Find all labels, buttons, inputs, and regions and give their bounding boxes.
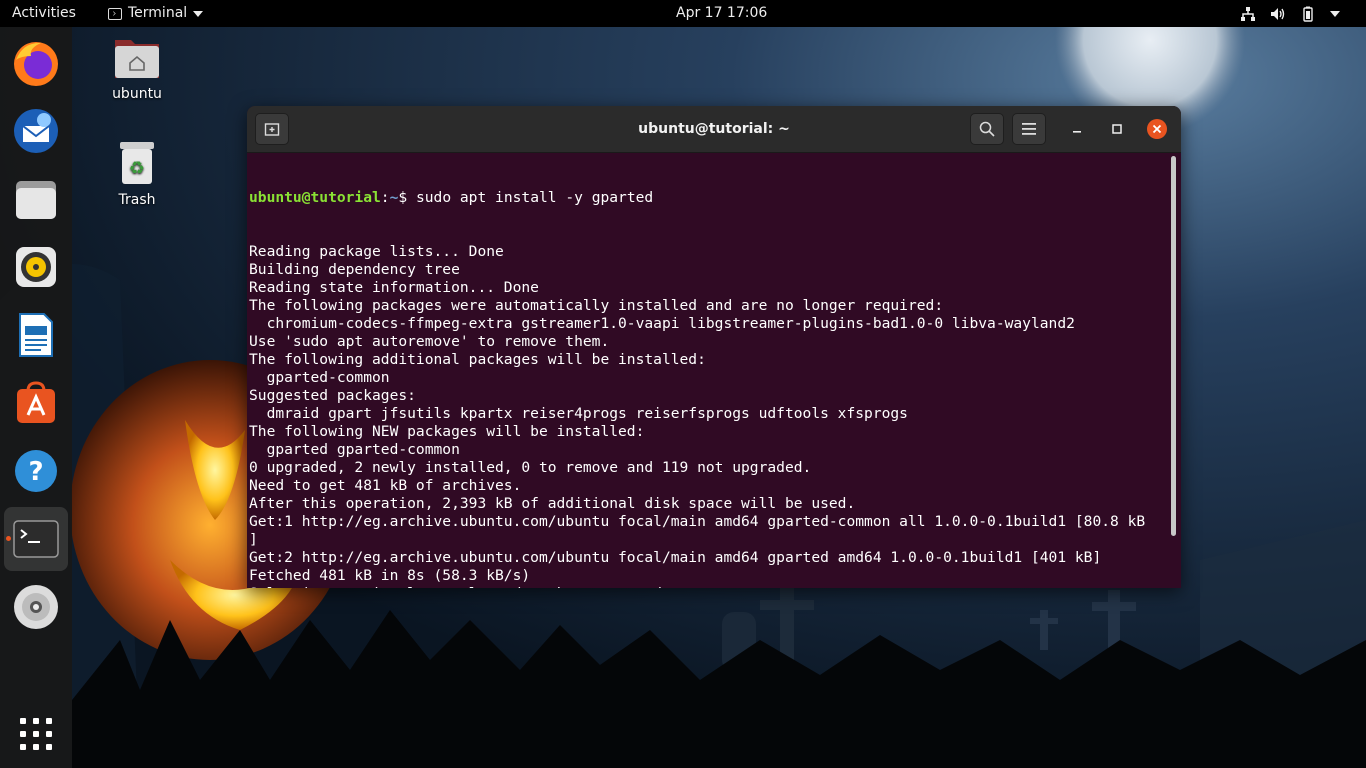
svg-text:♻: ♻ — [129, 158, 145, 179]
chevron-down-icon — [1330, 10, 1340, 17]
dock-thunderbird[interactable] — [4, 99, 68, 163]
terminal-output: Reading package lists... Done Building de… — [249, 243, 1167, 588]
home-folder-icon — [115, 40, 159, 78]
maximize-button[interactable] — [1107, 119, 1127, 139]
trash-icon: ♻ — [120, 142, 154, 184]
output-line: Reading package lists... Done — [249, 243, 504, 260]
prompt-line: ubuntu@tutorial:~$ sudo apt install -y g… — [249, 189, 1167, 207]
close-button[interactable] — [1147, 119, 1167, 139]
prompt-user: ubuntu@tutorial — [249, 189, 381, 206]
search-button[interactable] — [970, 113, 1004, 145]
minimize-icon — [1073, 131, 1081, 133]
running-indicator — [6, 536, 11, 541]
output-line: Reading state information... Done — [249, 279, 539, 296]
search-icon — [979, 121, 995, 137]
output-line: dmraid gpart jfsutils kpartx reiser4prog… — [249, 405, 908, 422]
show-applications-button[interactable] — [4, 702, 68, 766]
home-folder-label: ubuntu — [112, 86, 162, 102]
output-line: Selecting previously unselected package … — [249, 585, 1167, 588]
terminal-content[interactable]: ubuntu@tutorial:~$ sudo apt install -y g… — [249, 153, 1167, 588]
command-text: sudo apt install -y gparted — [415, 189, 654, 206]
help-icon: ? — [15, 450, 57, 492]
disc-icon — [14, 585, 58, 629]
minimize-button[interactable] — [1067, 119, 1087, 139]
output-line: After this operation, 2,393 kB of additi… — [249, 495, 856, 512]
top-bar: Activities Terminal Apr 17 17:06 — [0, 0, 1366, 27]
output-line: Need to get 481 kB of archives. — [249, 477, 522, 494]
dock-terminal[interactable] — [4, 507, 68, 571]
dock-writer[interactable] — [4, 303, 68, 367]
output-line: Use 'sudo apt autoremove' to remove them… — [249, 333, 610, 350]
firefox-icon — [14, 42, 58, 86]
libreoffice-writer-icon — [19, 313, 53, 357]
desktop-trash[interactable]: ♻ Trash — [97, 140, 177, 208]
dock-software[interactable] — [4, 371, 68, 435]
volume-icon — [1271, 7, 1285, 20]
terminal-titlebar[interactable]: ubuntu@tutorial: ~ — [247, 106, 1181, 153]
app-menu-label: Terminal — [128, 5, 188, 21]
terminal-icon — [13, 520, 59, 558]
output-line: The following NEW packages will be insta… — [249, 423, 645, 440]
output-line: Get:1 http://eg.archive.ubuntu.com/ubunt… — [249, 513, 1146, 530]
dock-firefox[interactable] — [4, 31, 68, 95]
trash-label: Trash — [118, 192, 156, 208]
output-line: gparted gparted-common — [249, 441, 460, 458]
maximize-icon — [1112, 124, 1122, 134]
output-line: gparted-common — [249, 369, 390, 386]
files-icon — [16, 181, 56, 219]
dock-help[interactable]: ? — [4, 439, 68, 503]
system-tray[interactable] — [1240, 0, 1340, 27]
terminal-app-icon — [108, 7, 122, 20]
dock: ? — [0, 27, 72, 768]
terminal-scrollbar[interactable] — [1171, 156, 1176, 536]
show-applications-icon — [20, 718, 52, 750]
dock-files[interactable] — [4, 167, 68, 231]
output-line: Get:2 http://eg.archive.ubuntu.com/ubunt… — [249, 549, 1102, 566]
output-line: The following additional packages will b… — [249, 351, 706, 368]
rhythmbox-icon — [16, 247, 56, 287]
desktop-home-folder[interactable]: ubuntu — [97, 36, 177, 102]
dock-rhythmbox[interactable] — [4, 235, 68, 299]
terminal-window[interactable]: ubuntu@tutorial: ~ ubuntu@tutorial:~$ su… — [247, 106, 1181, 588]
dock-disc[interactable] — [4, 575, 68, 639]
chevron-down-icon — [193, 10, 204, 17]
prompt-separator: : — [380, 189, 390, 206]
close-icon — [1152, 124, 1162, 134]
output-line: Building dependency tree — [249, 261, 460, 278]
network-icon — [1241, 6, 1255, 21]
output-line: Fetched 481 kB in 8s (58.3 kB/s) — [249, 567, 531, 584]
activities-button[interactable]: Activities — [12, 0, 76, 27]
software-icon — [17, 381, 55, 423]
output-line: 0 upgraded, 2 newly installed, 0 to remo… — [249, 459, 812, 476]
svg-text:?: ? — [28, 457, 43, 487]
output-line: chromium-codecs-ffmpeg-extra gstreamer1.… — [249, 315, 1075, 332]
thunderbird-icon — [14, 109, 58, 153]
clock[interactable]: Apr 17 17:06 — [676, 0, 767, 27]
prompt-symbol: $ — [398, 189, 416, 206]
hamburger-menu-icon — [1022, 123, 1036, 135]
battery-icon — [1303, 6, 1313, 22]
output-line: Suggested packages: — [249, 387, 416, 404]
output-line: ] — [249, 531, 258, 548]
app-menu[interactable]: Terminal — [108, 0, 204, 27]
menu-button[interactable] — [1012, 113, 1046, 145]
output-line: The following packages were automaticall… — [249, 297, 944, 314]
